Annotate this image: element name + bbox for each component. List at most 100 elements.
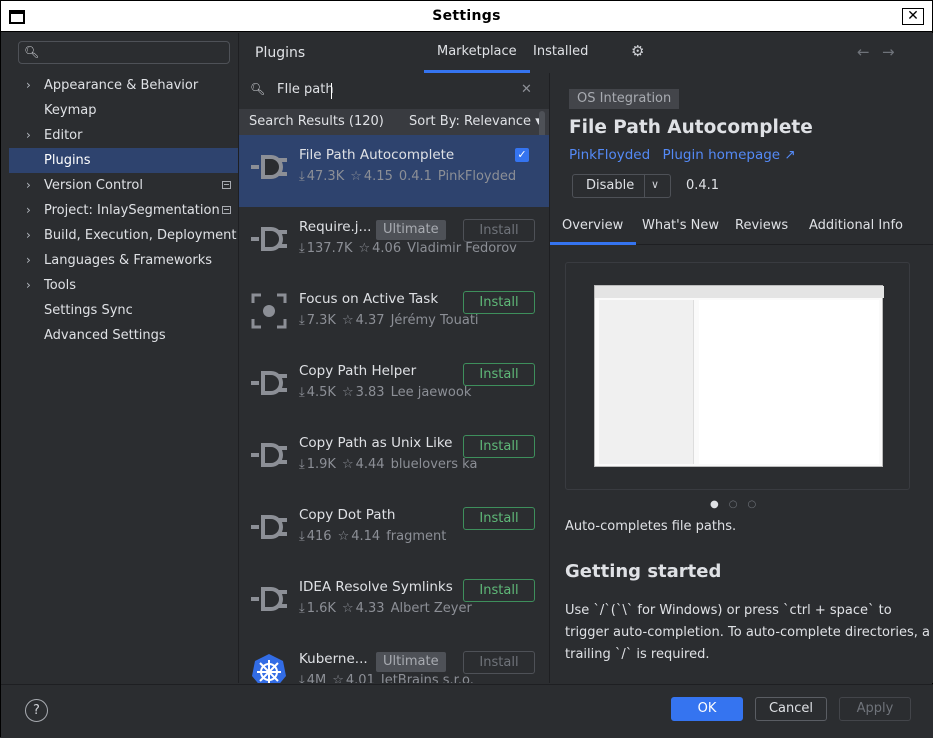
plugin-search-input[interactable]: 🔍︎ FIle path ✕	[239, 73, 549, 109]
install-button[interactable]: Install	[463, 219, 535, 242]
install-button[interactable]: Install	[463, 507, 535, 530]
apply-button[interactable]: Apply	[839, 697, 911, 721]
plugin-icon	[249, 579, 289, 619]
plugin-vendor: bluelovers ka	[390, 457, 478, 472]
page-title: Plugins	[255, 45, 306, 61]
results-header: Search Results (120) Sort By: Relevance …	[239, 109, 549, 135]
sidebar-item[interactable]: Advanced Settings	[9, 323, 238, 348]
gear-icon[interactable]: ⚙	[631, 42, 644, 60]
sidebar-item[interactable]: Settings Sync	[9, 298, 238, 323]
chevron-right-icon[interactable]: ›	[26, 248, 31, 273]
tab-marketplace[interactable]: Marketplace	[424, 44, 530, 73]
category-tag[interactable]: OS Integration	[569, 89, 680, 109]
tab-additional-info[interactable]: Additional Info	[809, 218, 903, 233]
plugin-list-item[interactable]: Focus on Active Task ⤓ 7.3K ☆ 4.37 Jérémy Tou…	[239, 279, 549, 351]
plugin-meta: ⤓ 1.9K ☆ 4.44 bluelovers ka	[299, 457, 483, 472]
sidebar-item-label: Tools	[44, 278, 77, 293]
plugin-meta: ⤓ 416 ☆ 4.14 fragment	[299, 529, 452, 544]
disable-label[interactable]: Disable	[586, 178, 634, 193]
plugin-list-item[interactable]: IDEA Resolve Symlinks ⤓ 1.6K ☆ 4.33 Albert Ze…	[239, 567, 549, 639]
star-icon: ☆	[337, 529, 350, 544]
plugin-description: Auto-completes file paths.	[565, 519, 737, 534]
sidebar-item-label: Plugins	[44, 153, 91, 168]
chevron-right-icon[interactable]: ›	[26, 123, 31, 148]
help-button[interactable]: ?	[25, 699, 48, 722]
focus-icon	[249, 291, 289, 331]
install-button[interactable]: Install	[463, 435, 535, 458]
download-count: 47.3K	[306, 169, 345, 184]
star-icon: ☆	[332, 673, 344, 683]
plugin-list-item[interactable]: File Path Autocomplete ⤓ 47.3K ☆ 4.15 0.4.1 Pi…	[239, 135, 549, 207]
close-button[interactable]: ✕	[902, 8, 924, 25]
clear-icon[interactable]: ✕	[521, 82, 532, 97]
rating-value: 4.15	[363, 169, 393, 184]
install-button[interactable]: Install	[463, 651, 535, 674]
project-level-icon	[222, 181, 231, 189]
plugin-meta: ⤓ 4.5K ☆ 3.83 Lee jaewook	[299, 385, 477, 400]
install-button[interactable]: Install	[463, 363, 535, 386]
sidebar-item[interactable]: › Project: InlaySegmentation	[9, 198, 238, 223]
sidebar-item[interactable]: › Version Control	[9, 173, 238, 198]
sidebar-item[interactable]: › Appearance & Behavior	[9, 73, 238, 98]
download-count: 416	[306, 529, 332, 544]
rating-value: 4.06	[372, 241, 402, 256]
tab-whats-new[interactable]: What's New	[642, 218, 719, 233]
download-icon: ⤓	[299, 457, 305, 472]
sidebar-item[interactable]: Plugins	[9, 148, 238, 173]
tab-installed[interactable]: Installed	[533, 44, 588, 59]
chevron-right-icon[interactable]: ›	[26, 198, 31, 223]
sidebar-item[interactable]: › Tools	[9, 273, 238, 298]
cancel-button[interactable]: Cancel	[755, 697, 827, 721]
install-button[interactable]: Install	[463, 579, 535, 602]
window-title: Settings	[432, 8, 501, 24]
chevron-right-icon[interactable]: ›	[26, 273, 31, 298]
settings-search-input[interactable]: 🔍︎	[18, 41, 230, 64]
results-count: Search Results (120)	[249, 114, 384, 129]
sidebar-item[interactable]: › Editor	[9, 123, 238, 148]
tab-reviews[interactable]: Reviews	[735, 218, 788, 233]
sidebar-item-label: Keymap	[44, 103, 97, 118]
chevron-right-icon[interactable]: ›	[26, 173, 31, 198]
project-level-icon	[222, 206, 231, 214]
chevron-down-icon[interactable]: ∨	[651, 178, 659, 191]
title-bar: Settings ✕	[1, 1, 932, 32]
homepage-link[interactable]: Plugin homepage ↗	[662, 147, 795, 163]
enabled-checkbox[interactable]: ✓	[515, 148, 529, 162]
plugin-list-pane: 🔍︎ FIle path ✕ Search Results (120) Sort…	[239, 73, 549, 683]
sidebar-item[interactable]: Keymap	[9, 98, 238, 123]
chevron-right-icon[interactable]: ›	[26, 73, 31, 98]
tab-overview[interactable]: Overview	[550, 218, 637, 245]
plugin-name: Focus on Active Task	[299, 291, 439, 307]
install-button[interactable]: Install	[463, 291, 535, 314]
chevron-right-icon[interactable]: ›	[26, 223, 31, 248]
plugin-vendor: Albert Zeyer	[390, 601, 472, 616]
plugin-list-item[interactable]: Copy Dot Path ⤓ 416 ☆ 4.14 fragment Install	[239, 495, 549, 567]
plugin-name: Copy Path Helper	[299, 363, 417, 379]
sidebar-item[interactable]: › Build, Execution, Deployment	[9, 223, 238, 248]
plugin-list-item[interactable]: Copy Path as Unix Like ⤓ 1.9K ☆ 4.44 bluelove…	[239, 423, 549, 495]
download-icon: ⤓	[299, 529, 305, 544]
download-count: 7.3K	[306, 313, 336, 328]
vendor-link[interactable]: PinkFloyded	[569, 147, 650, 163]
plugin-list-item[interactable]: Require.j... Ultimate ⤓ 137.7K ☆ 4.06 Vladimir…	[239, 207, 549, 279]
search-value[interactable]: FIle path	[277, 82, 334, 97]
sidebar-item[interactable]: › Languages & Frameworks	[9, 248, 238, 273]
sidebar-item-label: Editor	[44, 128, 83, 143]
download-icon: ⤓	[299, 673, 305, 683]
forward-arrow-icon[interactable]: →	[882, 43, 895, 61]
rating-value: 3.83	[355, 385, 385, 400]
plugin-vendor: Jérémy Touati	[390, 313, 479, 328]
plugin-version: 0.4.1	[398, 169, 432, 184]
sort-dropdown[interactable]: Sort By: Relevance ▾	[409, 114, 542, 129]
plugin-list-item[interactable]: Kuberne... Ultimate ⤓ 4M ☆ 4.01 JetBrains s.r.…	[239, 639, 549, 683]
plugin-list-item[interactable]: Copy Path Helper ⤓ 4.5K ☆ 3.83 Lee jaewook Ins…	[239, 351, 549, 423]
plugin-icon	[249, 507, 289, 547]
plugin-icon	[249, 219, 289, 259]
sidebar-item-label: Settings Sync	[44, 303, 133, 318]
disable-button[interactable]: Disable ∨	[572, 174, 671, 198]
ok-button[interactable]: OK	[671, 697, 743, 721]
back-arrow-icon[interactable]: ←	[857, 43, 870, 61]
carousel-dots[interactable]: ●○○	[710, 499, 766, 510]
screenshot-carousel[interactable]	[565, 262, 910, 490]
settings-window: Settings ✕ 🔍︎ › Appearance & Behavior Keym…	[0, 0, 933, 738]
